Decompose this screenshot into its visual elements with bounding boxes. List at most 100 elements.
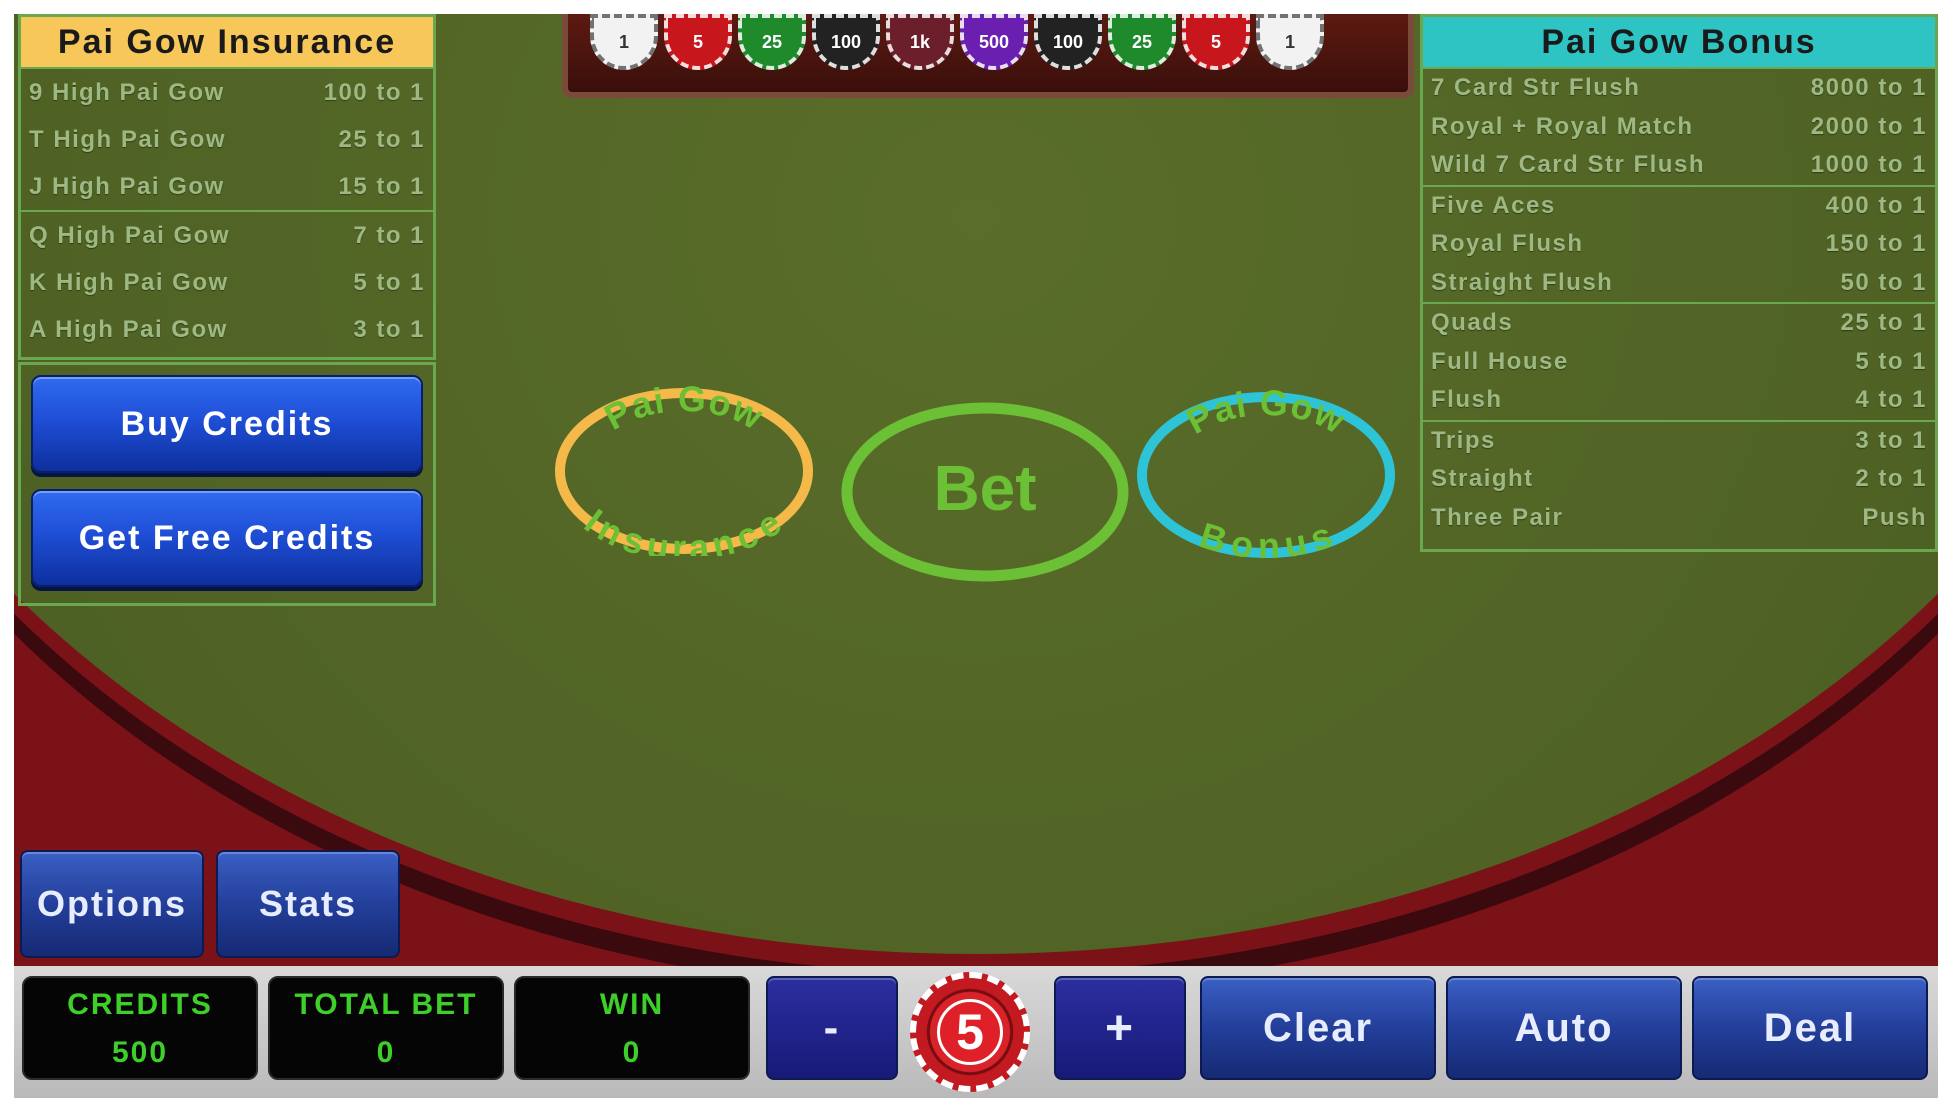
- paytable-payout: 2000 to 1: [1810, 112, 1927, 140]
- paytable-row: Royal + Royal Match 2000 to 1: [1423, 108, 1935, 147]
- paytable-row: Full House 5 to 1: [1423, 343, 1935, 382]
- paytable-payout: 5 to 1: [1855, 347, 1927, 375]
- paytable-row: T High Pai Gow 25 to 1: [21, 116, 433, 163]
- insurance-paytable: Pai Gow Insurance 9 High Pai Gow 100 to 1…: [18, 14, 436, 360]
- tray-chip: 25: [738, 14, 806, 70]
- paytable-payout: 8000 to 1: [1810, 74, 1927, 101]
- paytable-hand: Royal + Royal Match: [1431, 112, 1694, 140]
- bonus-spot-graphic: Pai Gow Bonus: [1137, 382, 1395, 566]
- paytable-row: J High Pai Gow 15 to 1: [21, 163, 433, 210]
- total-bet-meter-label: TOTAL BET: [294, 988, 478, 1021]
- paytable-hand: J High Pai Gow: [29, 173, 225, 200]
- paytable-row: A High Pai Gow 3 to 1: [21, 306, 433, 353]
- paytable-payout: 400 to 1: [1825, 191, 1927, 219]
- paytable-hand: Three Pair: [1431, 503, 1564, 531]
- paytable-payout: 5 to 1: [353, 269, 425, 296]
- paytable-row: Q High Pai Gow 7 to 1: [21, 212, 433, 259]
- insurance-paytable-rows: 9 High Pai Gow 100 to 1 T High Pai Gow 25 t…: [21, 67, 433, 353]
- win-meter-value: 0: [622, 1036, 642, 1069]
- paytable-hand: Straight Flush: [1431, 268, 1614, 296]
- paytable-hand: Flush: [1431, 386, 1503, 413]
- paytable-hand: Full House: [1431, 347, 1569, 375]
- paytable-hand: Straight: [1431, 465, 1534, 492]
- tray-chip-row: 1 5 25 100 1k 500 100 25 5 1: [590, 14, 1324, 70]
- credits-meter-label: CREDITS: [67, 988, 213, 1021]
- total-bet-meter: TOTAL BET 0: [268, 976, 504, 1080]
- insurance-bet-spot[interactable]: Pai Gow Insurance: [552, 378, 816, 568]
- paytable-payout: 15 to 1: [338, 173, 425, 200]
- paytable-group: 7 Card Str Flush 8000 to 1 Royal + Royal M…: [1423, 67, 1935, 185]
- paytable-row: Royal Flush 150 to 1: [1423, 225, 1935, 264]
- tray-chip: 1: [590, 14, 658, 70]
- paytable-row: Three Pair Push: [1423, 499, 1935, 538]
- paytable-row: Quads 25 to 1: [1423, 304, 1935, 343]
- stats-button[interactable]: Stats: [216, 850, 400, 958]
- paytable-hand: T High Pai Gow: [29, 126, 227, 153]
- deal-button[interactable]: Deal: [1692, 976, 1928, 1080]
- paytable-payout: 25 to 1: [338, 126, 425, 153]
- chip-tray: 1 5 25 100 1k 500 100 25 5 1: [562, 14, 1414, 98]
- credits-panel: Buy Credits Get Free Credits: [18, 362, 436, 606]
- paytable-payout: Push: [1862, 503, 1927, 531]
- paytable-payout: 2 to 1: [1855, 465, 1927, 492]
- get-free-credits-button[interactable]: Get Free Credits: [31, 489, 423, 587]
- paytable-hand: Five Aces: [1431, 191, 1556, 219]
- bonus-paytable: Pai Gow Bonus 7 Card Str Flush 8000 to 1 R…: [1420, 14, 1938, 552]
- tray-chip: 500: [960, 14, 1028, 70]
- paytable-payout: 1000 to 1: [1810, 151, 1927, 178]
- decrease-bet-button[interactable]: -: [766, 976, 898, 1080]
- paytable-payout: 150 to 1: [1825, 230, 1927, 257]
- paytable-group: Five Aces 400 to 1 Royal Flush 150 to 1 Stra…: [1423, 184, 1935, 303]
- options-button[interactable]: Options: [20, 850, 204, 958]
- paytable-row: 9 High Pai Gow 100 to 1: [21, 69, 433, 116]
- insurance-spot-graphic: Pai Gow Insurance: [555, 378, 813, 568]
- paytable-row: 7 Card Str Flush 8000 to 1: [1423, 69, 1935, 108]
- bonus-paytable-title: Pai Gow Bonus: [1423, 17, 1935, 67]
- paytable-row: Trips 3 to 1: [1423, 422, 1935, 461]
- paytable-payout: 100 to 1: [323, 79, 425, 106]
- tray-chip: 5: [1182, 14, 1250, 70]
- paytable-group: 9 High Pai Gow 100 to 1 T High Pai Gow 25 t…: [21, 67, 433, 210]
- insurance-spot-top-text: Pai Gow: [597, 386, 770, 438]
- paytable-payout: 4 to 1: [1855, 386, 1927, 413]
- paytable-hand: Quads: [1431, 309, 1514, 336]
- paytable-payout: 50 to 1: [1840, 268, 1927, 296]
- main-bet-spot[interactable]: Bet: [840, 400, 1130, 584]
- bottom-control-bar: CREDITS 500 TOTAL BET 0 WIN 0 - 5 + Clea…: [14, 966, 1938, 1098]
- credits-meter-value: 500: [111, 1036, 169, 1069]
- auto-button[interactable]: Auto: [1446, 976, 1682, 1080]
- paytable-group: Quads 25 to 1 Full House 5 to 1 Flush 4 to 1: [1423, 302, 1935, 420]
- paytable-group: Q High Pai Gow 7 to 1 K High Pai Gow 5 to 1…: [21, 210, 433, 353]
- paytable-hand: 7 Card Str Flush: [1431, 74, 1641, 101]
- credits-meter: CREDITS 500: [22, 976, 258, 1080]
- bet-spot-graphic: Bet: [841, 402, 1129, 582]
- bonus-paytable-rows: 7 Card Str Flush 8000 to 1 Royal + Royal M…: [1423, 67, 1935, 537]
- paytable-row: Five Aces 400 to 1: [1423, 187, 1935, 226]
- chip-value: 5: [937, 999, 1003, 1065]
- game-table: 1 5 25 100 1k 500 100 25 5 1 Pai Gow Insurance 9 …: [14, 14, 1938, 1098]
- paytable-payout: 7 to 1: [353, 222, 425, 249]
- paytable-hand: 9 High Pai Gow: [29, 79, 225, 106]
- bonus-spot-top-text: Pai Gow: [1179, 390, 1352, 442]
- paytable-hand: Royal Flush: [1431, 230, 1584, 257]
- paytable-row: Straight Flush 50 to 1: [1423, 264, 1935, 303]
- paytable-hand: K High Pai Gow: [29, 269, 229, 296]
- bet-spot-label: Bet: [933, 452, 1036, 524]
- tray-chip: 1k: [886, 14, 954, 70]
- buy-credits-button[interactable]: Buy Credits: [31, 375, 423, 473]
- paytable-group: Trips 3 to 1 Straight 2 to 1 Three Pair Push: [1423, 419, 1935, 538]
- paytable-payout: 25 to 1: [1840, 309, 1927, 336]
- paytable-row: K High Pai Gow 5 to 1: [21, 259, 433, 306]
- bonus-bet-spot[interactable]: Pai Gow Bonus: [1134, 382, 1398, 566]
- paytable-hand: Q High Pai Gow: [29, 222, 231, 249]
- paytable-hand: Wild 7 Card Str Flush: [1431, 151, 1705, 178]
- paytable-payout: 3 to 1: [1855, 426, 1927, 454]
- win-meter-label: WIN: [599, 988, 665, 1021]
- paytable-hand: A High Pai Gow: [29, 316, 228, 343]
- chip-selector[interactable]: 5: [910, 972, 1030, 1092]
- paytable-row: Flush 4 to 1: [1423, 381, 1935, 420]
- increase-bet-button[interactable]: +: [1054, 976, 1186, 1080]
- clear-button[interactable]: Clear: [1200, 976, 1436, 1080]
- paytable-hand: Trips: [1431, 426, 1496, 454]
- win-meter: WIN 0: [514, 976, 750, 1080]
